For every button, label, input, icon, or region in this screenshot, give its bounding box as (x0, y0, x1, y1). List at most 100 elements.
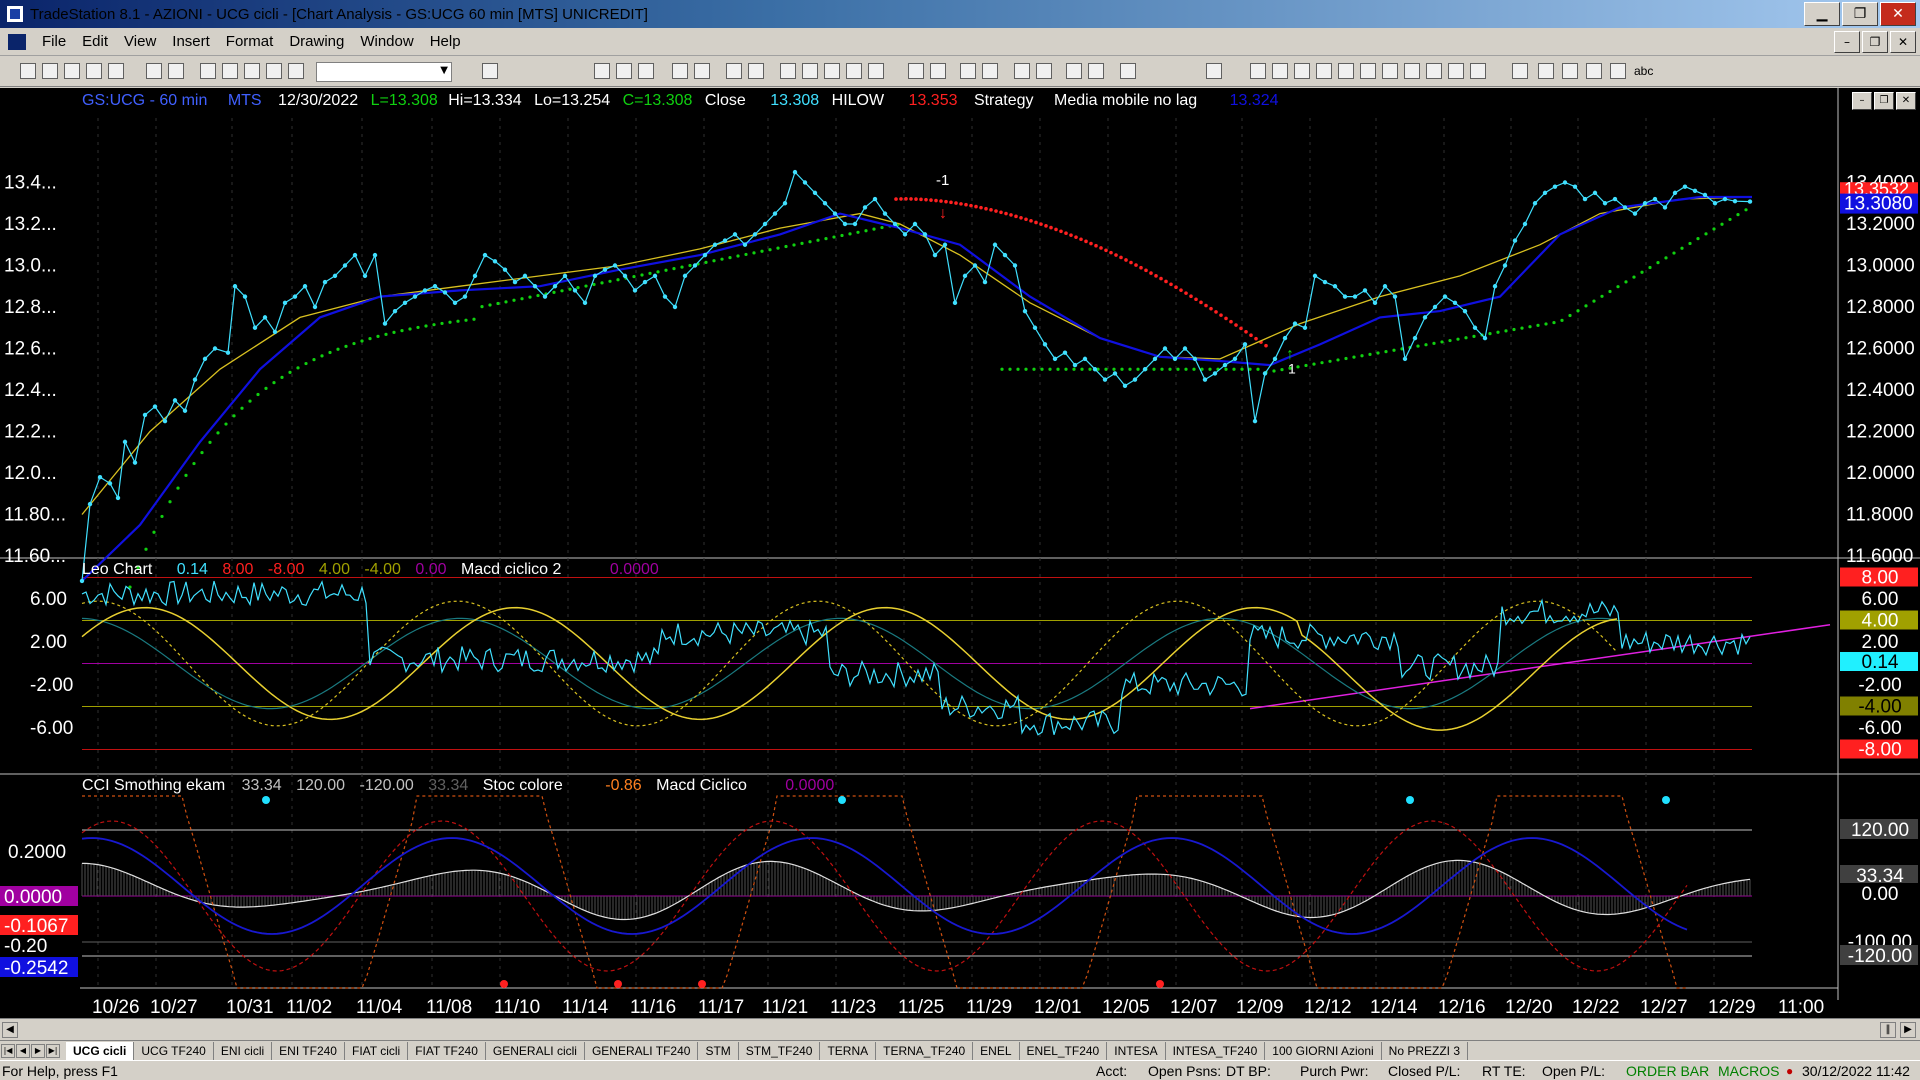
chart-analysis-window[interactable]: – ❐ ✕ -1 ↓ ↑ 1 GS:UCG - 60 min MTS 12/30/20… (0, 88, 1920, 1018)
save-icon[interactable] (64, 63, 80, 79)
menu-window[interactable]: Window (352, 33, 421, 50)
cut-icon[interactable] (200, 63, 216, 79)
tab-last-icon[interactable]: ▶| (46, 1043, 60, 1058)
zoom-out-icon[interactable] (982, 63, 998, 79)
mdi-restore-button[interactable]: ❐ (1862, 31, 1888, 53)
menu-file[interactable]: File (34, 33, 74, 50)
chart-window-icon[interactable] (8, 33, 26, 50)
down-arrow-icon[interactable] (1538, 63, 1554, 79)
fib-icon[interactable] (1272, 63, 1288, 79)
fan-icon[interactable] (1316, 63, 1332, 79)
tab-enel-tf240[interactable]: ENEL_TF240 (1020, 1041, 1108, 1060)
chart-minimize-button[interactable]: – (1852, 92, 1872, 110)
trendline-icon[interactable] (1206, 63, 1222, 79)
tab-intesa-tf240[interactable]: INTESA_TF240 (1166, 1041, 1266, 1060)
tab-enel[interactable]: ENEL (973, 1041, 1020, 1060)
save-all-icon[interactable] (86, 63, 102, 79)
order-bar-button[interactable]: ORDER BAR (1626, 1063, 1709, 1079)
matrix-icon[interactable] (748, 63, 764, 79)
horizontal-line-icon[interactable] (1250, 63, 1266, 79)
andrews-pitchfork-icon[interactable] (1382, 63, 1398, 79)
freehand-icon[interactable] (1512, 63, 1528, 79)
left-arrows-icon[interactable] (908, 63, 924, 79)
scroll-right-icon[interactable]: ▶ (1900, 1022, 1916, 1038)
zoom-in-icon[interactable] (960, 63, 976, 79)
tab-terna-tf240[interactable]: TERNA_TF240 (876, 1041, 974, 1060)
line-chart-icon[interactable] (638, 63, 654, 79)
hammer-icon[interactable] (1066, 63, 1082, 79)
tab-first-icon[interactable]: |◀ (1, 1043, 15, 1058)
alert-icon[interactable] (1088, 63, 1104, 79)
chart-canvas[interactable]: -1↓↑1 GS:UCG - 60 min MTS 12/30/2022 L=1… (0, 88, 1920, 1018)
rectangle-icon[interactable] (1610, 63, 1626, 79)
pointer-icon[interactable] (1014, 63, 1030, 79)
tab-generali-cicli[interactable]: GENERALI cicli (486, 1041, 585, 1060)
ellipse-icon[interactable] (1448, 63, 1464, 79)
tab-100-giorni-azioni[interactable]: 100 GIORNI Azioni (1265, 1041, 1382, 1060)
pencil-icon[interactable] (1470, 63, 1486, 79)
tab-eni-tf240[interactable]: ENI TF240 (272, 1041, 345, 1060)
maximize-button[interactable]: ❐ (1842, 2, 1878, 26)
circle-icon[interactable] (1586, 63, 1602, 79)
tab-next-icon[interactable]: ▶ (31, 1043, 45, 1058)
mdi-close-button[interactable]: ✕ (1890, 31, 1916, 53)
macros-button[interactable]: MACROS (1718, 1063, 1779, 1079)
tab-ucg-cicli[interactable]: UCG cicli (66, 1041, 135, 1060)
tab-prev-icon[interactable]: ◀ (16, 1043, 30, 1058)
format-icon[interactable] (266, 63, 282, 79)
menu-format[interactable]: Format (218, 33, 282, 50)
tab-generali-tf240[interactable]: GENERALI TF240 (585, 1041, 699, 1060)
tab-no-prezzi-3[interactable]: No PREZZI 3 (1382, 1041, 1469, 1060)
copy-icon[interactable] (222, 63, 238, 79)
send-icon[interactable] (482, 63, 498, 79)
tab-stm[interactable]: STM (698, 1041, 739, 1060)
tab-ucg-tf240[interactable]: UCG TF240 (134, 1041, 214, 1060)
scroll-thumb[interactable]: ‖ (1880, 1022, 1896, 1038)
new-icon[interactable] (20, 63, 36, 79)
workspace-icon[interactable] (108, 63, 124, 79)
chart-close-button[interactable]: ✕ (1896, 92, 1916, 110)
channel-icon[interactable] (1426, 63, 1442, 79)
tab-stm-tf240[interactable]: STM_TF240 (739, 1041, 821, 1060)
snap-icon[interactable] (1120, 63, 1136, 79)
mdi-minimize-button[interactable]: – (1834, 31, 1860, 53)
up-arrow-icon[interactable] (1562, 63, 1578, 79)
tab-terna[interactable]: TERNA (820, 1041, 877, 1060)
scroll-left-icon[interactable]: ◀ (2, 1022, 18, 1038)
cycle-lines-icon[interactable] (1360, 63, 1376, 79)
horizontal-scrollbar[interactable]: ◀ ‖ ▶ (0, 1018, 1920, 1040)
print-icon[interactable] (146, 63, 162, 79)
signal-icon[interactable] (868, 63, 884, 79)
tab-intesa[interactable]: INTESA (1107, 1041, 1166, 1060)
close-button[interactable]: ✕ (1880, 2, 1916, 26)
print-preview-icon[interactable] (168, 63, 184, 79)
bar-chart-icon[interactable] (616, 63, 632, 79)
bar-spacing-icon[interactable] (824, 63, 840, 79)
open-icon[interactable] (42, 63, 58, 79)
arc-icon[interactable] (1404, 63, 1420, 79)
menu-edit[interactable]: Edit (74, 33, 116, 50)
symbol-combo[interactable] (316, 62, 452, 82)
minimize-button[interactable]: ▁ (1804, 2, 1840, 26)
chart-type-icon[interactable] (594, 63, 610, 79)
data-window-icon[interactable] (726, 63, 742, 79)
strategy-icon[interactable] (694, 63, 710, 79)
lock-icon[interactable] (244, 63, 260, 79)
crosshair-icon[interactable] (1036, 63, 1052, 79)
scroll-icon[interactable] (780, 63, 796, 79)
menu-drawing[interactable]: Drawing (281, 33, 352, 50)
right-arrows-icon[interactable] (930, 63, 946, 79)
speed-line-icon[interactable] (1294, 63, 1310, 79)
tab-fiat-cicli[interactable]: FIAT cicli (345, 1041, 409, 1060)
indicator-icon[interactable] (672, 63, 688, 79)
gann-icon[interactable] (1338, 63, 1354, 79)
menu-view[interactable]: View (116, 33, 164, 50)
text-tool-label[interactable]: abc (1634, 64, 1653, 78)
bars-icon[interactable] (802, 63, 818, 79)
menu-insert[interactable]: Insert (164, 33, 218, 50)
menu-help[interactable]: Help (422, 33, 469, 50)
palette-icon[interactable] (288, 63, 304, 79)
chart-icon[interactable] (846, 63, 862, 79)
chart-restore-button[interactable]: ❐ (1874, 92, 1894, 110)
tab-eni-cicli[interactable]: ENI cicli (214, 1041, 273, 1060)
